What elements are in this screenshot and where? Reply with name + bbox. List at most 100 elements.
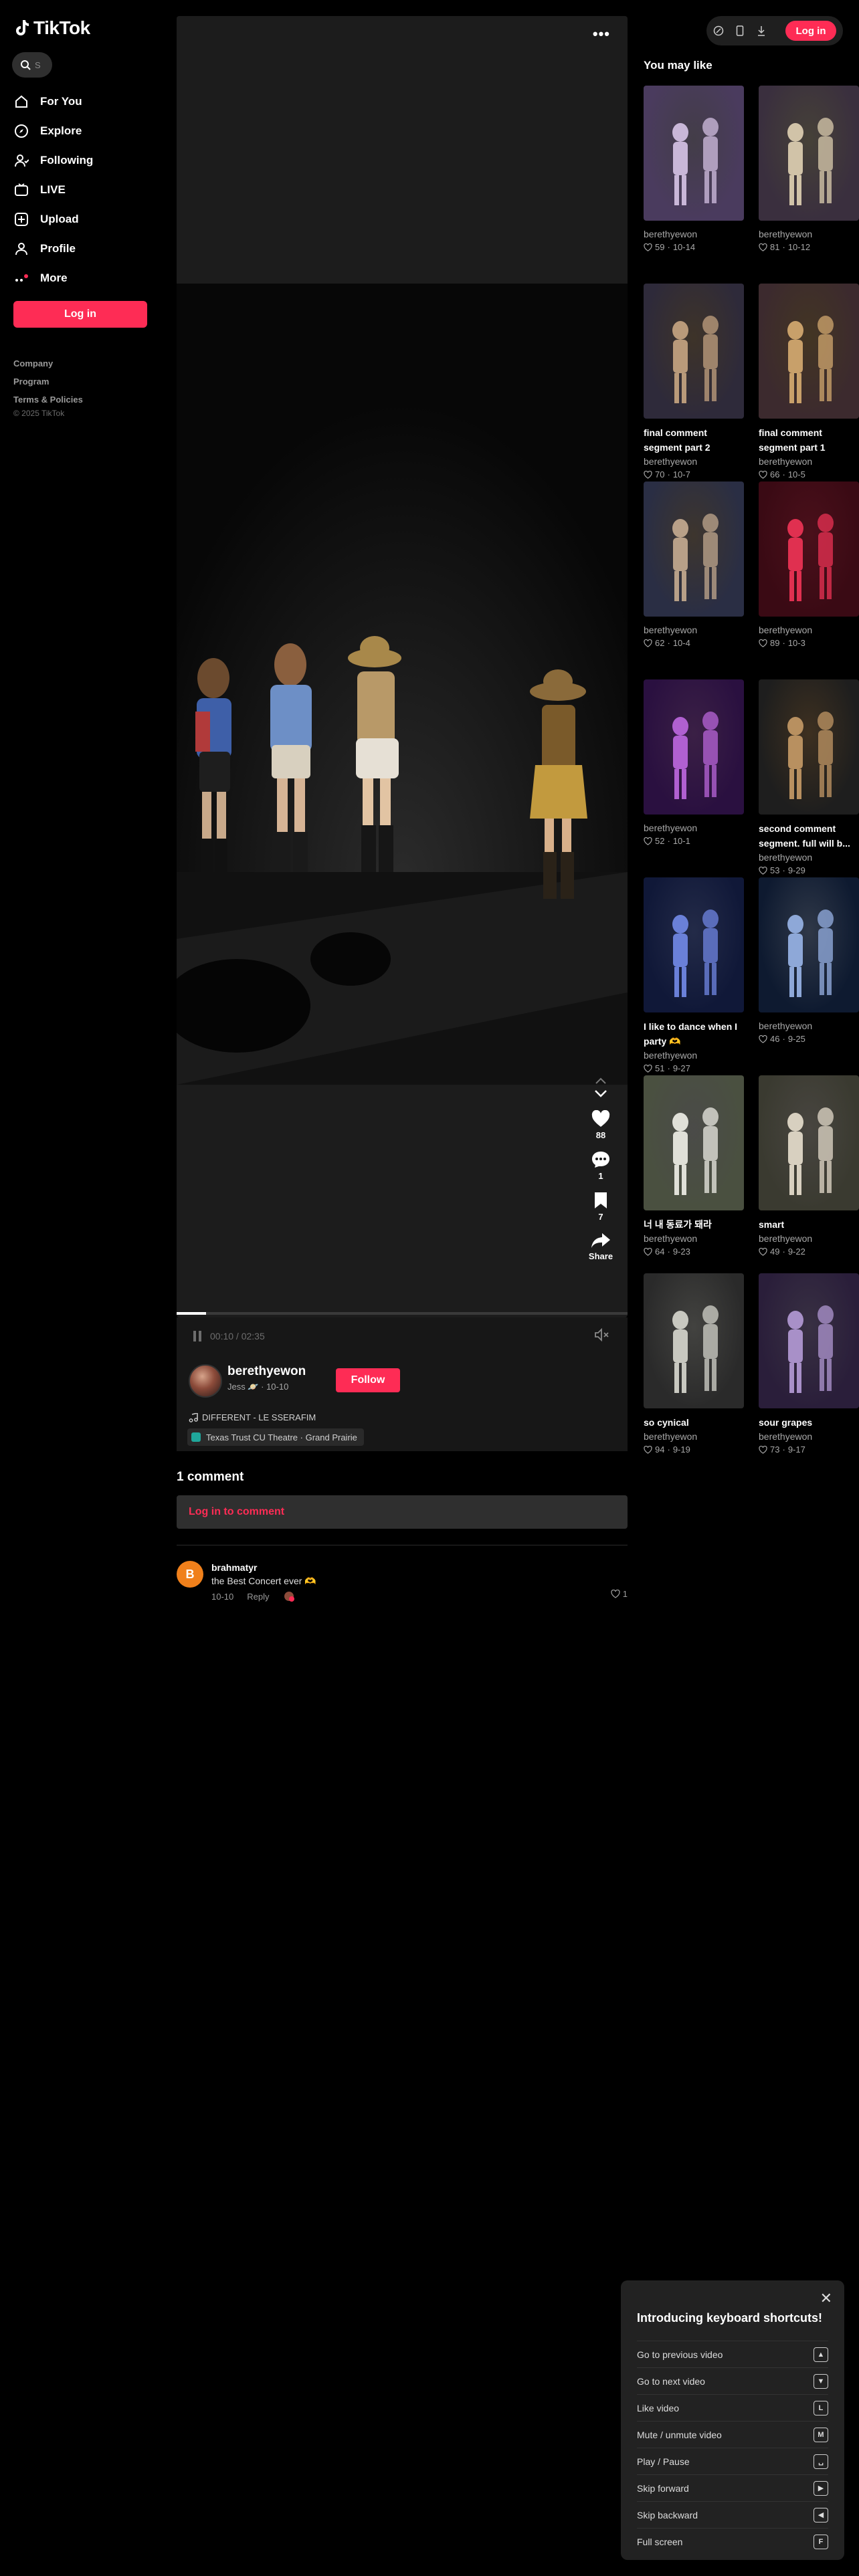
shortcut-label: Skip forward — [637, 2482, 689, 2494]
video-progress-bar[interactable] — [177, 1312, 628, 1315]
author-avatar[interactable] — [189, 1364, 222, 1398]
separator-dot: · — [667, 836, 670, 846]
video-card-author[interactable]: berethyewon — [644, 1430, 744, 1443]
video-thumbnail[interactable] — [759, 86, 859, 221]
sidebar-item-for-you[interactable]: For You — [13, 87, 154, 116]
video-card[interactable]: berethyewon 62 · 10-4 — [644, 481, 744, 650]
bookmark-button[interactable]: 7 — [577, 1192, 625, 1222]
video-time: 00:10 / 02:35 — [210, 1331, 265, 1341]
video-thumbnail[interactable] — [759, 679, 859, 815]
video-card-author[interactable]: berethyewon — [759, 851, 859, 864]
video-card[interactable]: berethyewon 52 · 10-1 — [644, 679, 744, 848]
sidebar-item-profile[interactable]: Profile — [13, 234, 154, 263]
login-to-comment-button[interactable]: Log in to comment — [177, 1495, 628, 1529]
sidebar-nav: For You Explore Following LIVE Upload Pr… — [13, 87, 154, 293]
video-card[interactable]: so cynical berethyewon 94 · 9-19 — [644, 1273, 744, 1457]
share-button[interactable]: Share — [577, 1232, 625, 1261]
video-card[interactable]: 너 내 동료가 돼라 berethyewon 64 · 9-23 — [644, 1075, 744, 1259]
sidebar: TikTok S For You Explore Following LIVE … — [0, 0, 165, 468]
phone-icon[interactable] — [735, 25, 745, 36]
search-input[interactable]: S — [12, 52, 52, 78]
footer-link-program[interactable]: Program — [13, 372, 83, 391]
video-card[interactable]: second comment segment. full will b... be… — [759, 679, 859, 877]
heart-outline-icon — [759, 1248, 767, 1256]
video-card[interactable]: berethyewon 46 · 9-25 — [759, 877, 859, 1046]
video-card[interactable]: berethyewon 59 · 10-14 — [644, 86, 744, 254]
video-card-author[interactable]: berethyewon — [759, 1019, 859, 1033]
video-card-author[interactable]: berethyewon — [644, 1049, 744, 1062]
mute-icon[interactable] — [594, 1328, 610, 1341]
like-button[interactable]: 88 — [577, 1110, 625, 1140]
video-player[interactable]: ••• — [177, 16, 628, 1317]
video-thumbnail[interactable] — [644, 284, 744, 419]
key-l-icon: L — [814, 2400, 828, 2416]
video-frame[interactable] — [177, 284, 628, 1085]
sidebar-item-upload[interactable]: Upload — [13, 205, 154, 234]
separator-dot: · — [782, 638, 785, 648]
video-card-author[interactable]: berethyewon — [644, 1232, 744, 1245]
video-card-author[interactable]: berethyewon — [759, 1430, 859, 1443]
video-progress-fill — [177, 1312, 206, 1315]
video-card-author[interactable]: berethyewon — [759, 455, 859, 468]
pause-icon[interactable] — [193, 1330, 202, 1342]
sidebar-item-explore[interactable]: Explore — [13, 116, 154, 146]
coins-icon[interactable] — [713, 25, 724, 36]
video-card-author[interactable]: berethyewon — [644, 455, 744, 468]
download-icon[interactable] — [756, 25, 767, 36]
author-name[interactable]: berethyewon — [227, 1364, 306, 1379]
more-options-icon[interactable]: ••• — [593, 25, 610, 43]
video-card[interactable]: smart berethyewon 49 · 9-22 — [759, 1075, 859, 1259]
top-login-button[interactable]: Log in — [785, 21, 836, 41]
music-link[interactable]: DIFFERENT - LE SSERAFIM — [189, 1412, 316, 1422]
sidebar-item-following[interactable]: Following — [13, 146, 154, 175]
separator-dot: · — [667, 1444, 670, 1455]
video-card-title: second comment segment. full will b... — [759, 823, 850, 849]
video-card-author[interactable]: berethyewon — [759, 227, 859, 241]
sidebar-login-button[interactable]: Log in — [13, 301, 147, 328]
video-card-likes: 49 — [770, 1247, 780, 1257]
video-thumbnail[interactable] — [644, 86, 744, 221]
commenter-avatar[interactable]: B — [177, 1561, 203, 1588]
video-thumbnail[interactable] — [759, 1075, 859, 1210]
sidebar-item-live[interactable]: LIVE — [13, 175, 154, 205]
music-note-icon — [189, 1412, 198, 1422]
video-card-author[interactable]: berethyewon — [759, 623, 859, 637]
scroll-down-button[interactable] — [577, 1089, 625, 1098]
sidebar-item-more[interactable]: More — [13, 263, 154, 293]
close-icon[interactable]: ✕ — [820, 2290, 832, 2307]
video-card[interactable]: berethyewon 89 · 10-3 — [759, 481, 859, 650]
video-thumbnail[interactable] — [644, 481, 744, 617]
commenter-name[interactable]: brahmatyr — [211, 1562, 257, 1573]
video-card[interactable]: final comment segment part 2 berethyewon 7… — [644, 284, 744, 481]
video-card[interactable]: berethyewon 81 · 10-12 — [759, 86, 859, 254]
video-card[interactable]: sour grapes berethyewon 73 · 9-17 — [759, 1273, 859, 1457]
video-card-date: 10-14 — [672, 242, 696, 252]
video-card[interactable]: final comment segment part 1 berethyewon 6… — [759, 284, 859, 481]
video-thumbnail[interactable] — [644, 1273, 744, 1408]
video-card-author[interactable]: berethyewon — [644, 227, 744, 241]
video-thumbnail[interactable] — [759, 284, 859, 419]
video-card[interactable]: I like to dance when I party 🫶 berethyewo… — [644, 877, 744, 1075]
location-tag[interactable]: Texas Trust CU Theatre · Grand Prairie — [187, 1428, 364, 1446]
scroll-up-button[interactable] — [577, 1077, 625, 1085]
reply-button[interactable]: Reply — [247, 1592, 269, 1602]
video-card-author[interactable]: berethyewon — [644, 821, 744, 835]
video-thumbnail[interactable] — [759, 877, 859, 1012]
video-thumbnail[interactable] — [759, 481, 859, 617]
video-thumbnail[interactable] — [644, 877, 744, 1012]
footer-links: Company Program Terms & Policies © 2025 … — [13, 354, 83, 418]
video-thumbnail[interactable] — [644, 679, 744, 815]
comment-button[interactable]: 1 — [577, 1151, 625, 1181]
video-card-author[interactable]: berethyewon — [759, 1232, 859, 1245]
video-card-title: 너 내 동료가 돼라 — [644, 1219, 712, 1230]
follow-button[interactable]: Follow — [336, 1368, 400, 1392]
footer-link-company[interactable]: Company — [13, 354, 83, 372]
video-thumbnail[interactable] — [759, 1273, 859, 1408]
comment-like-button[interactable]: 1 — [611, 1589, 628, 1599]
footer-link-terms[interactable]: Terms & Policies — [13, 391, 83, 409]
video-card-author[interactable]: berethyewon — [644, 623, 744, 637]
tiktok-logo[interactable]: TikTok — [15, 17, 90, 39]
video-thumbnail[interactable] — [644, 1075, 744, 1210]
heart-outline-icon — [644, 243, 652, 251]
shortcut-label: Go to next video — [637, 2375, 705, 2387]
